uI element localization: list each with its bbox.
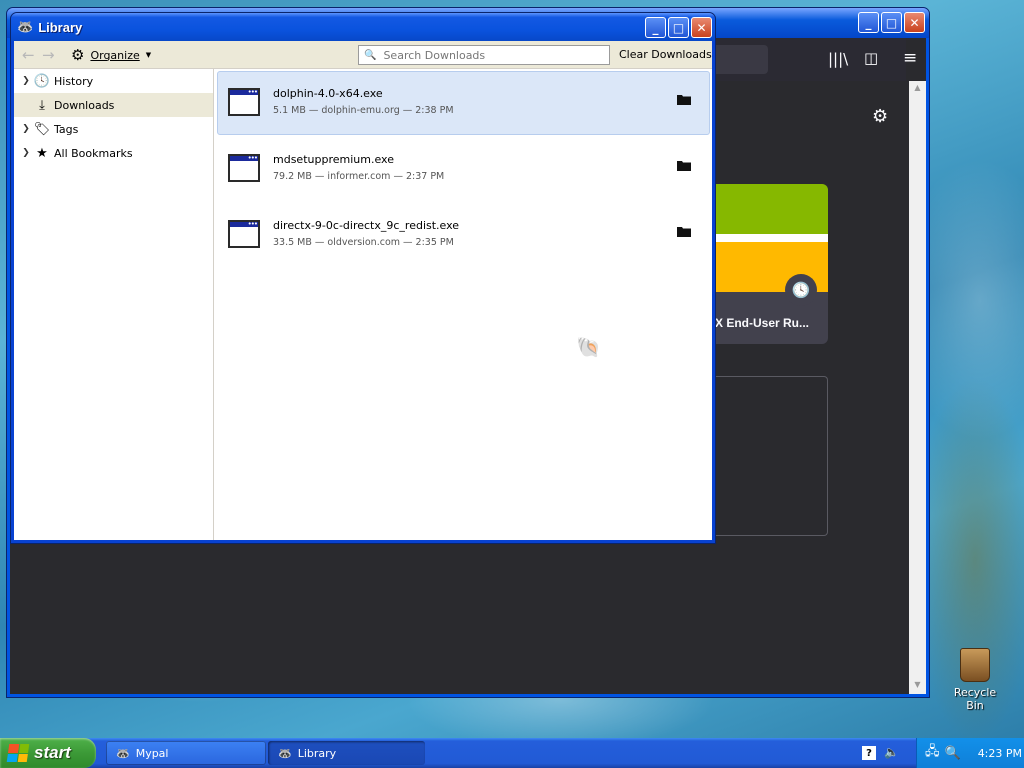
- download-details: 33.5 MB — oldversion.com — 2:35 PM: [273, 237, 454, 248]
- mypal-app-icon: 🦝: [278, 746, 292, 760]
- speaker-icon[interactable]: 🔈: [884, 745, 899, 759]
- scroll-down-icon[interactable]: ▼: [909, 680, 926, 692]
- open-folder-icon[interactable]: [677, 226, 691, 237]
- download-item[interactable]: ••• directx-9-0c-directx_9c_redist.exe 3…: [217, 203, 710, 267]
- download-filename: mdsetuppremium.exe: [273, 153, 394, 166]
- sidebar-item-history[interactable]: ❯ 🕓 History: [14, 69, 213, 93]
- browser-maximize-button[interactable]: □: [881, 12, 902, 33]
- windows-flag-icon: [6, 744, 30, 762]
- url-field[interactable]: [710, 45, 768, 74]
- recycle-bin-desktop-icon[interactable]: Recycle Bin: [944, 648, 1006, 712]
- download-item[interactable]: ••• mdsetuppremium.exe 79.2 MB — informe…: [217, 137, 710, 201]
- taskbar-item-label: Library: [297, 746, 337, 760]
- browser-window-controls: _ □ ✕: [858, 12, 925, 33]
- download-item[interactable]: ••• dolphin-4.0-x64.exe 5.1 MB — dolphin…: [217, 71, 710, 135]
- download-details: 5.1 MB — dolphin-emu.org — 2:38 PM: [273, 105, 454, 116]
- clock-icon: 🕓: [33, 73, 51, 89]
- download-filename: dolphin-4.0-x64.exe: [273, 87, 383, 100]
- sidebar-item-label: Tags: [54, 122, 79, 136]
- sidebar-item-label: Downloads: [54, 98, 115, 112]
- library-toolbar: ← → ⚙ Organize ▼ 🔍 Clear Downloads: [14, 41, 712, 69]
- clear-downloads-button[interactable]: Clear Downloads: [619, 48, 712, 61]
- downloads-list: ••• dolphin-4.0-x64.exe 5.1 MB — dolphin…: [215, 69, 712, 540]
- sidebar-item-all-bookmarks[interactable]: ❯ ★ All Bookmarks: [14, 141, 213, 165]
- hand-cursor-icon: 🐚: [576, 335, 601, 359]
- forward-arrow-icon[interactable]: →: [42, 46, 55, 64]
- back-arrow-icon[interactable]: ←: [22, 46, 35, 64]
- taskbar-item-library[interactable]: 🦝 Library: [268, 741, 425, 765]
- download-details: 79.2 MB — informer.com — 2:37 PM: [273, 171, 445, 182]
- card-label: X End-User Ru...: [715, 316, 810, 330]
- card-tile-divider: [715, 234, 828, 242]
- library-titlebar[interactable]: 🦝 Library: [11, 13, 715, 41]
- recycle-bin-label: Recycle Bin: [953, 686, 997, 712]
- search-downloads-box[interactable]: 🔍: [358, 45, 610, 65]
- library-close-button[interactable]: ✕: [691, 17, 712, 38]
- empty-card-placeholder: [715, 376, 828, 536]
- search-icon: 🔍: [364, 49, 377, 61]
- gear-icon: ⚙: [71, 46, 85, 64]
- scroll-up-icon[interactable]: ▲: [909, 83, 926, 95]
- library-icon[interactable]: |||\: [828, 50, 848, 68]
- network-icon[interactable]: 🖧: [925, 742, 940, 764]
- start-label: start: [34, 743, 71, 762]
- star-icon: ★: [36, 145, 48, 161]
- browser-scrollbar[interactable]: ▲ ▼: [909, 81, 926, 694]
- library-maximize-button[interactable]: □: [668, 17, 689, 38]
- sidebar-item-tags[interactable]: ❯ 🏷 Tags: [14, 117, 213, 141]
- library-minimize-button[interactable]: _: [645, 17, 666, 38]
- library-sidebar: ❯ 🕓 History ⤓ Downloads ❯ 🏷 Tags ❯ ★ All…: [14, 69, 214, 540]
- executable-file-icon: •••: [228, 220, 260, 248]
- search-downloads-input[interactable]: [381, 47, 602, 63]
- sidebar-item-label: All Bookmarks: [54, 146, 133, 160]
- executable-file-icon: •••: [228, 154, 260, 182]
- mypal-app-icon: 🦝: [116, 746, 130, 760]
- sidebar-icon[interactable]: ◫: [864, 49, 878, 67]
- settings-gear-icon[interactable]: ⚙: [872, 106, 888, 127]
- recycle-bin-icon: [960, 648, 990, 682]
- taskbar: start 🦝 Mypal 🦝 Library ? 🔈 🖧 🔍 4:23 PM: [0, 738, 1024, 768]
- library-title: Library: [38, 19, 83, 35]
- download-icon: ⤓: [39, 97, 45, 113]
- library-body: ← → ⚙ Organize ▼ 🔍 Clear Downloads ❯ 🕓 H…: [14, 41, 712, 540]
- sidebar-item-downloads[interactable]: ⤓ Downloads: [14, 93, 213, 117]
- taskbar-item-mypal[interactable]: 🦝 Mypal: [106, 741, 266, 765]
- browser-close-button[interactable]: ✕: [904, 12, 925, 33]
- library-window-controls: _ □ ✕: [645, 17, 712, 38]
- library-window: 🦝 Library _ □ ✕ ← → ⚙ Organize ▼ 🔍 Clear…: [10, 12, 716, 544]
- organize-menu-button[interactable]: ⚙ Organize ▼: [71, 46, 151, 64]
- browser-minimize-button[interactable]: _: [858, 12, 879, 33]
- tray-clock[interactable]: 4:23 PM: [978, 747, 1022, 760]
- menu-icon[interactable]: ≡: [903, 48, 917, 68]
- card-tile-green: [715, 184, 828, 234]
- expand-arrow-icon[interactable]: ❯: [20, 124, 32, 134]
- start-button[interactable]: start: [0, 738, 96, 768]
- clock-icon: 🕓: [785, 274, 817, 306]
- chevron-down-icon: ▼: [145, 51, 152, 59]
- expand-arrow-icon[interactable]: ❯: [20, 148, 32, 158]
- taskbar-item-label: Mypal: [135, 746, 169, 760]
- search-icon[interactable]: 🔍: [945, 746, 961, 761]
- expand-arrow-icon[interactable]: ❯: [20, 76, 32, 86]
- top-site-card[interactable]: 🕓 X End-User Ru...: [715, 184, 828, 344]
- download-filename: directx-9-0c-directx_9c_redist.exe: [273, 219, 460, 232]
- organize-label: Organize: [90, 48, 140, 62]
- open-folder-icon[interactable]: [677, 160, 691, 171]
- system-tray: 🖧 🔍 4:23 PM: [916, 738, 1024, 768]
- open-folder-icon[interactable]: [677, 94, 691, 105]
- help-icon[interactable]: ?: [862, 746, 876, 760]
- sidebar-item-label: History: [54, 74, 94, 88]
- executable-file-icon: •••: [228, 88, 260, 116]
- tag-icon: 🏷: [33, 121, 51, 137]
- mypal-app-icon: 🦝: [17, 19, 34, 35]
